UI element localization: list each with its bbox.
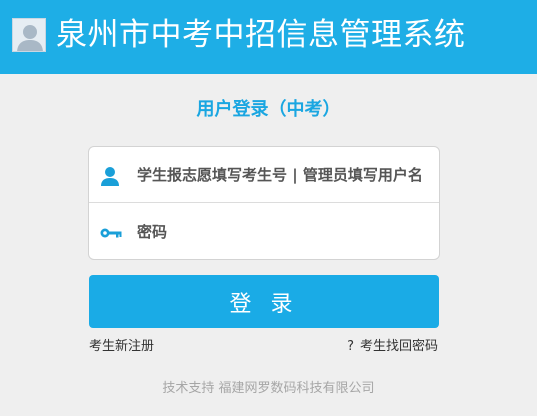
login-button[interactable]: 登 录: [89, 275, 439, 328]
password-input[interactable]: [137, 214, 437, 250]
username-row: [89, 147, 439, 203]
username-input[interactable]: [137, 157, 437, 193]
header-bar: 泉州市中考中招信息管理系统: [0, 0, 537, 74]
register-link[interactable]: 考生新注册: [89, 338, 154, 356]
footer-credit: 技术支持 福建网罗数码科技有限公司: [162, 381, 375, 396]
question-mark: ?: [347, 339, 354, 354]
user-icon: [99, 165, 121, 187]
key-icon: [99, 222, 122, 244]
password-row: [89, 204, 439, 259]
login-form: [88, 146, 440, 260]
recover-password-link[interactable]: ? 考生找回密码: [347, 338, 438, 356]
page-title: 泉州市中考中招信息管理系统: [56, 17, 466, 53]
user-avatar-icon: [12, 18, 46, 52]
login-heading: 用户登录（中考）: [196, 99, 341, 120]
recover-password-label: 考生找回密码: [359, 339, 438, 354]
